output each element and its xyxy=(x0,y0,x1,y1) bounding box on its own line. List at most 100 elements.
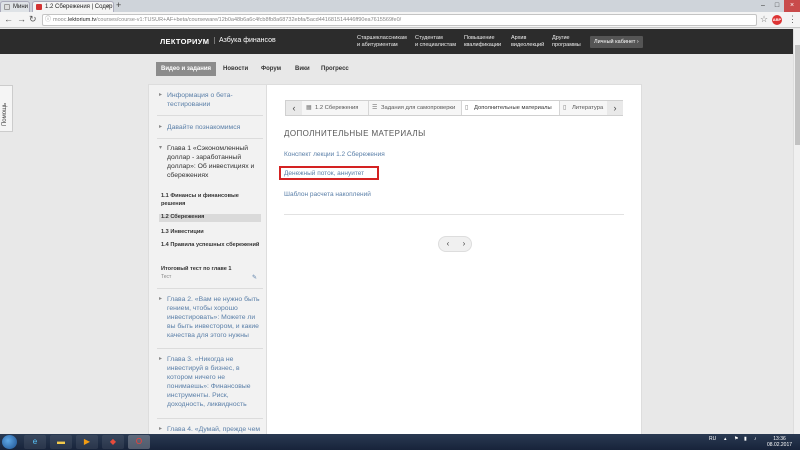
site-header: ЛЕКТОРИУМ Азбука финансов Старшеклассник… xyxy=(0,29,800,54)
header-link-line: и абитуриентам xyxy=(357,42,398,48)
sidebar-chapter[interactable]: ▸ Глава 3. «Никогда не инвестируй в бизн… xyxy=(159,355,261,409)
new-tab-button[interactable]: + xyxy=(116,0,121,11)
sequence-tab-problems[interactable]: ☰ Задания для самопроверки xyxy=(369,101,462,115)
site-logo[interactable]: ЛЕКТОРИУМ xyxy=(160,37,209,46)
forward-icon[interactable]: → xyxy=(17,14,26,25)
paint-icon[interactable]: ◆ xyxy=(102,435,124,449)
opera-icon[interactable]: O xyxy=(128,435,150,449)
volume-icon[interactable]: ♪ xyxy=(754,436,757,442)
tab-wiki[interactable]: Вики xyxy=(295,62,310,76)
sequence-tab-video[interactable]: ▦ 1.2 Сбережения xyxy=(303,101,369,115)
clock[interactable]: 13:36 08.02.2017 xyxy=(767,436,792,448)
chapter-title: Глава 4. «Думай, прежде чем xyxy=(167,426,261,433)
bookmark-star-icon[interactable]: ☆ xyxy=(760,14,768,25)
header-link-line: видеолекций xyxy=(511,42,545,48)
browser-tab-mini[interactable]: Мини xyxy=(0,1,30,12)
next-unit-button[interactable]: › xyxy=(456,237,472,251)
header-link-archive[interactable]: Архив видеолекций xyxy=(511,35,544,49)
chevron-right-icon: ▸ xyxy=(159,426,163,432)
page-title: ДОПОЛНИТЕЛЬНЫЕ МАТЕРИАЛЫ xyxy=(284,129,426,138)
close-window-button[interactable]: × xyxy=(784,0,800,12)
maximize-button[interactable]: □ xyxy=(770,0,784,12)
tab-news[interactable]: Новости xyxy=(223,62,248,76)
link-cash-flow[interactable]: Денежный поток, аннуитет xyxy=(284,170,364,177)
language-indicator[interactable]: RU xyxy=(709,436,716,442)
flag-icon[interactable]: ⚑ xyxy=(734,436,738,442)
header-link-students[interactable]: Студентам и специалистам xyxy=(415,35,456,49)
header-link-line: квалификации xyxy=(464,42,502,48)
tab-video-tasks[interactable]: Видео и задания xyxy=(156,62,217,76)
courseware-panel: ▸ Информация о бета-тестировании ▸ Давай… xyxy=(148,84,642,436)
sidebar-chapter[interactable]: ▸ Глава 2. «Вам не нужно быть гением, чт… xyxy=(159,295,261,340)
windows-taskbar: e ▬ ▶ ◆ O RU ▴ ⚑ ▮ ♪ 13:36 08.02.2017 xyxy=(0,434,800,450)
sidebar-chapter-active[interactable]: ▾ Глава 1 «Сэкономленный доллар - зарабо… xyxy=(159,144,261,180)
prev-unit-button[interactable]: ‹ xyxy=(440,237,456,251)
header-link-line: Другие xyxy=(552,35,570,41)
address-bar[interactable]: ⓘ mooc.lektorium.tv/courses/course-v1:TU… xyxy=(42,14,757,26)
page-scrollbar[interactable] xyxy=(793,29,800,434)
sidebar-chapter[interactable]: ▸ Информация о бета-тестировании xyxy=(159,91,261,109)
header-link-other[interactable]: Другие программы xyxy=(552,35,581,49)
scrollbar-thumb[interactable] xyxy=(795,45,800,145)
sequence-tab-label: 1.2 Сбережения xyxy=(315,105,359,111)
start-button[interactable] xyxy=(2,435,17,449)
network-icon[interactable]: ▮ xyxy=(744,436,747,442)
sidebar-chapter[interactable]: ▸ Давайте познакомимся xyxy=(159,123,261,132)
header-link-line: и специалистам xyxy=(415,42,456,48)
divider xyxy=(157,138,263,139)
help-tab[interactable]: Помощь xyxy=(0,85,13,132)
sequence-tab-literature[interactable]: ▯ Литература xyxy=(560,101,606,115)
document-icon: ▯ xyxy=(563,105,567,111)
tray-arrow-icon[interactable]: ▴ xyxy=(724,436,727,442)
window-controls: – □ × xyxy=(756,0,800,12)
sidebar-chapter[interactable]: ▸ Глава 4. «Думай, прежде чем xyxy=(159,425,261,434)
folder-icon[interactable]: ▬ xyxy=(50,435,72,449)
url-path: /courses/course-v1:TUSUR+AF+beta/coursew… xyxy=(96,17,402,23)
media-player-icon[interactable]: ▶ xyxy=(76,435,98,449)
sequence-next-button[interactable]: › xyxy=(607,101,623,115)
close-tab-icon[interactable]: × xyxy=(106,2,110,12)
divider xyxy=(284,214,624,215)
sidebar-section[interactable]: 1.3 Инвестиции xyxy=(159,229,261,237)
problem-list-icon: ☰ xyxy=(372,105,378,111)
sequence-prev-button[interactable]: ‹ xyxy=(286,101,302,115)
browser-tab-active[interactable]: 1.2 Сбережения | Содер × xyxy=(32,1,114,12)
tab-forum[interactable]: Форум xyxy=(261,62,281,76)
browser-toolbar: ← → ↻ ⓘ mooc.lektorium.tv/courses/course… xyxy=(0,12,800,28)
edit-icon: ✎ xyxy=(252,275,258,281)
chevron-down-icon: ▾ xyxy=(159,145,163,151)
sidebar-section[interactable]: 1.4 Правила успешных сбережений xyxy=(159,242,261,250)
chevron-right-icon: ▸ xyxy=(159,124,163,130)
course-sidebar: ▸ Информация о бета-тестировании ▸ Давай… xyxy=(149,85,267,435)
divider xyxy=(157,418,263,419)
header-link-line: Старшеклассникам xyxy=(357,35,407,41)
adblock-extension-icon[interactable]: ABP xyxy=(772,15,782,25)
sidebar-section[interactable]: 1.1 Финансы и финансовые решения xyxy=(159,193,261,208)
header-link-highschool[interactable]: Старшеклассникам и абитуриентам xyxy=(357,35,407,49)
help-tab-label: Помощь xyxy=(2,102,8,126)
divider xyxy=(157,115,263,116)
browser-tab-title: 1.2 Сбережения | Содер xyxy=(45,4,113,10)
section-title: Итоговый тест по главе 1 xyxy=(161,266,232,272)
url-prefix: mooc. xyxy=(53,17,68,23)
sidebar-section-test[interactable]: Итоговый тест по главе 1 Тест xyxy=(159,266,261,281)
chevron-right-icon: ▸ xyxy=(159,92,163,98)
link-savings-template[interactable]: Шаблон расчета накоплений xyxy=(284,191,371,198)
back-icon[interactable]: ← xyxy=(4,14,13,25)
browser-tab-title: Мини xyxy=(13,4,29,10)
url-domain: lektorium.tv xyxy=(67,17,97,23)
header-link-line: Студентам xyxy=(415,35,443,41)
header-link-line: Повышение xyxy=(464,35,495,41)
sequence-tab-materials[interactable]: ▯ Дополнительные материалы xyxy=(462,101,560,115)
tab-progress[interactable]: Прогресс xyxy=(321,62,349,76)
browser-menu-icon[interactable]: ⋮ xyxy=(788,14,797,24)
chapter-title: Информация о бета-тестировании xyxy=(167,92,233,108)
link-lecture-notes[interactable]: Конспект лекции 1.2 Сбережения xyxy=(284,151,385,158)
personal-cabinet-button[interactable]: Личный кабинет › xyxy=(590,36,643,48)
sidebar-section-active[interactable]: 1.2 Сбережения xyxy=(159,214,261,222)
internet-explorer-icon[interactable]: e xyxy=(24,435,46,449)
section-type: Тест xyxy=(161,273,172,280)
reload-icon[interactable]: ↻ xyxy=(29,14,37,25)
minimize-button[interactable]: – xyxy=(756,0,770,12)
header-link-qualification[interactable]: Повышение квалификации xyxy=(464,35,501,49)
